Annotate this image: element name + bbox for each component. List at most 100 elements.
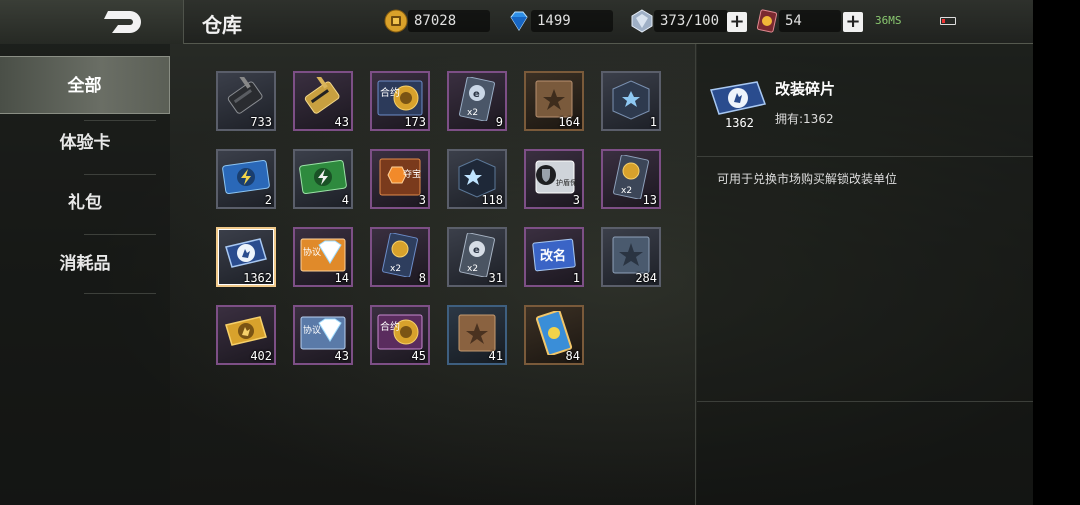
item-count: 2 <box>264 193 272 207</box>
supply-crate-icon <box>612 80 650 120</box>
item-count: 8 <box>418 271 426 285</box>
inventory-slot-blue-lightning-ticket[interactable]: 2 <box>216 149 276 209</box>
item-count: 402 <box>250 349 272 363</box>
item-count: 41 <box>488 349 503 363</box>
inventory-slot-gold-wings-ticket[interactable]: 402 <box>216 305 276 365</box>
item-count: 173 <box>404 115 426 129</box>
x2-label: x2 <box>621 186 632 196</box>
gold-value: 87028 <box>414 13 457 29</box>
inventory-slot-exp-card-x2[interactable]: e x2 9 <box>447 71 507 131</box>
back-arrow-icon <box>104 11 141 33</box>
divider <box>84 293 156 294</box>
inventory-slot-shield-card[interactable]: 护盾保护卡 3 <box>524 149 584 209</box>
item-count: 3 <box>572 193 580 207</box>
inventory-slot-protocol-diamond-blue[interactable]: 协议 43 <box>293 305 353 365</box>
top-bar: 仓库 87028 1499 373/100 + 54 + 36MS <box>0 0 1033 44</box>
protocol-label: 协议 <box>303 324 321 336</box>
item-count: 9 <box>495 115 503 129</box>
gold-coin-icon <box>384 9 408 33</box>
tab-all[interactable]: 全部 <box>0 56 170 114</box>
inventory-slot-star-book[interactable]: 164 <box>524 71 584 131</box>
item-detail-panel: 1362 改装碎片 拥有:1362 可用于兑换市场购买解锁改装单位 <box>697 44 1033 505</box>
back-button[interactable] <box>0 0 184 44</box>
contract-label: 合约 <box>380 86 400 99</box>
item-count: 14 <box>334 271 349 285</box>
shield-card-icon: 护盾保护卡 <box>535 160 578 194</box>
diamond-counter: 1499 <box>531 10 613 32</box>
inventory-slot-supply-crate[interactable]: 1 <box>601 71 661 131</box>
item-count: 43 <box>334 115 349 129</box>
divider <box>697 156 1033 157</box>
tab-consumables[interactable]: 消耗品 <box>0 235 170 293</box>
inventory-slot-star-book-brown[interactable]: 41 <box>447 305 507 365</box>
energy-counter: 373/100 <box>654 10 728 32</box>
detail-item-count: 1362 <box>725 116 754 130</box>
inventory-slot-contract-coin[interactable]: 合约 173 <box>370 71 430 131</box>
item-count: 84 <box>565 349 580 363</box>
divider <box>697 401 1033 402</box>
energy-value: 373/100 <box>660 13 720 29</box>
inventory-slot-star-plate[interactable]: 284 <box>601 227 661 287</box>
svg-text:e: e <box>473 245 480 256</box>
battery-icon <box>940 17 956 25</box>
coin-card-x2-blue-icon: x2 <box>382 233 418 277</box>
item-count: 4 <box>341 193 349 207</box>
inventory-slot-mod-fragment[interactable]: 1362 <box>216 227 276 287</box>
card-pack-icon <box>756 9 778 33</box>
item-count: 1 <box>649 115 657 129</box>
inventory-slot-exp-card-x2-silver[interactable]: e x2 31 <box>447 227 507 287</box>
inventory-slot-coin-card-x2[interactable]: x2 13 <box>601 149 661 209</box>
add-card-button[interactable]: + <box>843 12 863 32</box>
item-count: 45 <box>411 349 426 363</box>
item-grid: 733 43 合约 173 e x2 9 164 1 2 4 夺宝 3 118 … <box>170 44 696 505</box>
inventory-slot-green-lightning-ticket[interactable]: 4 <box>293 149 353 209</box>
item-count: 733 <box>250 115 272 129</box>
inventory-slot-protocol-diamond[interactable]: 协议 14 <box>293 227 353 287</box>
screen-edge <box>1033 0 1080 505</box>
svg-text:e: e <box>473 89 480 100</box>
page-title: 仓库 <box>202 13 242 37</box>
inventory-slot-gold-walkie-talkie[interactable]: 43 <box>293 71 353 131</box>
treasure-label: 夺宝 <box>403 168 421 180</box>
diamond-icon <box>510 11 528 31</box>
detail-description: 可用于兑换市场购买解锁改装单位 <box>717 172 898 186</box>
item-count: 1 <box>572 271 580 285</box>
item-count: 284 <box>635 271 657 285</box>
blue-lightning-ticket-icon <box>222 159 270 195</box>
inventory-slot-contract-coin-purple[interactable]: 合约 45 <box>370 305 430 365</box>
item-count: 118 <box>481 193 503 207</box>
x2-label: x2 <box>467 264 478 274</box>
item-count: 13 <box>642 193 657 207</box>
inventory-slot-star-crate[interactable]: 118 <box>447 149 507 209</box>
tab-gift-pack[interactable]: 礼包 <box>0 174 170 232</box>
rename-label: 改名 <box>540 248 566 264</box>
warehouse-screen: 仓库 87028 1499 373/100 + 54 + 36MS 全部 体验卡… <box>0 0 1033 505</box>
energy-crystal-icon <box>631 9 653 33</box>
item-count: 43 <box>334 349 349 363</box>
detail-item-name: 改装碎片 <box>775 80 836 98</box>
item-count: 164 <box>558 115 580 129</box>
protocol-label: 协议 <box>303 246 321 258</box>
rename-card-icon: 改名 <box>532 238 576 272</box>
inventory-slot-coin-card-x2-blue[interactable]: x2 8 <box>370 227 430 287</box>
add-energy-button[interactable]: + <box>727 12 747 32</box>
x2-label: x2 <box>390 264 401 274</box>
diamond-value: 1499 <box>537 13 571 29</box>
x2-label: x2 <box>467 108 478 118</box>
gold-counter: 87028 <box>408 10 490 32</box>
detail-owned-count: 拥有:1362 <box>775 112 834 126</box>
inventory-slot-walkie-talkie[interactable]: 733 <box>216 71 276 131</box>
inventory-slot-treasure-ticket[interactable]: 夺宝 3 <box>370 149 430 209</box>
inventory-slot-rename-card[interactable]: 改名 1 <box>524 227 584 287</box>
tab-trial-card[interactable]: 体验卡 <box>0 114 170 172</box>
category-sidebar: 全部 体验卡 礼包 消耗品 <box>0 44 170 505</box>
item-count: 3 <box>418 193 426 207</box>
treasure-ticket-icon: 夺宝 <box>379 158 421 196</box>
card-value: 54 <box>785 13 802 29</box>
item-count: 31 <box>488 271 503 285</box>
card-counter: 54 <box>779 10 841 32</box>
inventory-slot-blue-card[interactable]: 84 <box>524 305 584 365</box>
green-lightning-ticket-icon <box>299 159 347 195</box>
shield-label: 护盾保护卡 <box>556 178 578 187</box>
item-count: 1362 <box>243 271 272 285</box>
